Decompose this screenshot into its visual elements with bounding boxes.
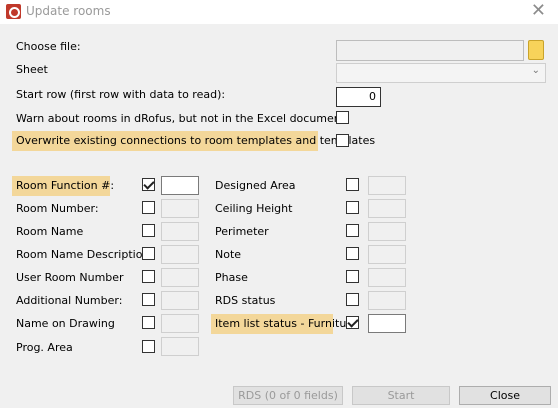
folder-icon[interactable]: [528, 40, 544, 60]
column-input-room-name[interactable]: [161, 222, 199, 241]
field-label-ceiling-height: Ceiling Height: [215, 202, 293, 215]
checkbox-prog-area[interactable]: [142, 340, 155, 353]
field-label-name-on-drawing: Name on Drawing: [16, 317, 115, 330]
field-label-perimeter: Perimeter: [215, 225, 269, 238]
window-title: Update rooms: [26, 4, 111, 18]
checkbox-room-name-description[interactable]: [142, 247, 155, 260]
choose-file-label: Choose file:: [16, 40, 81, 53]
column-input-note[interactable]: [368, 245, 406, 264]
start-button[interactable]: Start: [352, 386, 450, 405]
checkbox-name-on-drawing[interactable]: [142, 316, 155, 329]
warn-label: Warn about rooms in dRofus, but not in t…: [16, 112, 346, 125]
column-input-room-function[interactable]: [161, 176, 199, 195]
field-label-room-name: Room Name: [16, 225, 84, 238]
checkbox-note[interactable]: [346, 247, 359, 260]
start-row-label: Start row (first row with data to read):: [16, 88, 226, 101]
start-row-input[interactable]: 0: [336, 87, 381, 107]
rds-button[interactable]: RDS (0 of 0 fields): [233, 386, 343, 405]
checkbox-additional-number[interactable]: [142, 293, 155, 306]
close-button[interactable]: Close: [459, 386, 551, 405]
field-label-item-list-status-furniture: Item list status - Furniture: [215, 317, 358, 330]
checkbox-room-name[interactable]: [142, 224, 155, 237]
checkbox-user-room-number[interactable]: [142, 270, 155, 283]
checkbox-rds-status[interactable]: [346, 293, 359, 306]
checkbox-phase[interactable]: [346, 270, 359, 283]
field-label-rds-status: RDS status: [215, 294, 276, 307]
column-input-perimeter[interactable]: [368, 222, 406, 241]
column-input-additional-number[interactable]: [161, 291, 199, 310]
checkbox-room-function[interactable]: [142, 178, 155, 191]
checkbox-perimeter[interactable]: [346, 224, 359, 237]
column-input-room-number[interactable]: [161, 199, 199, 218]
column-input-ceiling-height[interactable]: [368, 199, 406, 218]
field-label-additional-number: Additional Number:: [16, 294, 123, 307]
column-input-designed-area[interactable]: [368, 176, 406, 195]
field-label-phase: Phase: [215, 271, 248, 284]
title-bar: Update rooms ✕: [0, 0, 558, 24]
field-label-designed-area: Designed Area: [215, 179, 296, 192]
file-path-field[interactable]: [336, 40, 524, 61]
field-label-room-name-description: Room Name Description: [16, 248, 150, 261]
checkbox-designed-area[interactable]: [346, 178, 359, 191]
field-label-room-function: Room Function #:: [16, 179, 115, 192]
column-input-rds-status[interactable]: [368, 291, 406, 310]
app-icon: [6, 4, 21, 19]
overwrite-checkbox[interactable]: [336, 134, 349, 147]
checkbox-room-number[interactable]: [142, 201, 155, 214]
checkbox-item-list-status-furniture[interactable]: [346, 316, 359, 329]
warn-checkbox[interactable]: [336, 111, 349, 124]
overwrite-label: Overwrite existing connections to room t…: [16, 134, 376, 147]
field-label-room-number: Room Number:: [16, 202, 99, 215]
close-icon[interactable]: ✕: [531, 1, 546, 21]
sheet-label: Sheet: [16, 63, 48, 76]
checkbox-ceiling-height[interactable]: [346, 201, 359, 214]
chevron-down-icon: ⌄: [531, 65, 540, 76]
column-input-user-room-number[interactable]: [161, 268, 199, 287]
field-label-user-room-number: User Room Number: [16, 271, 124, 284]
column-input-prog-area[interactable]: [161, 337, 199, 356]
field-label-prog-area: Prog. Area: [16, 341, 73, 354]
field-label-note: Note: [215, 248, 242, 261]
column-input-room-name-description[interactable]: [161, 245, 199, 264]
column-input-name-on-drawing[interactable]: [161, 314, 199, 333]
column-input-item-list-status-furniture[interactable]: [368, 314, 406, 333]
sheet-select[interactable]: ⌄: [336, 63, 546, 83]
column-input-phase[interactable]: [368, 268, 406, 287]
